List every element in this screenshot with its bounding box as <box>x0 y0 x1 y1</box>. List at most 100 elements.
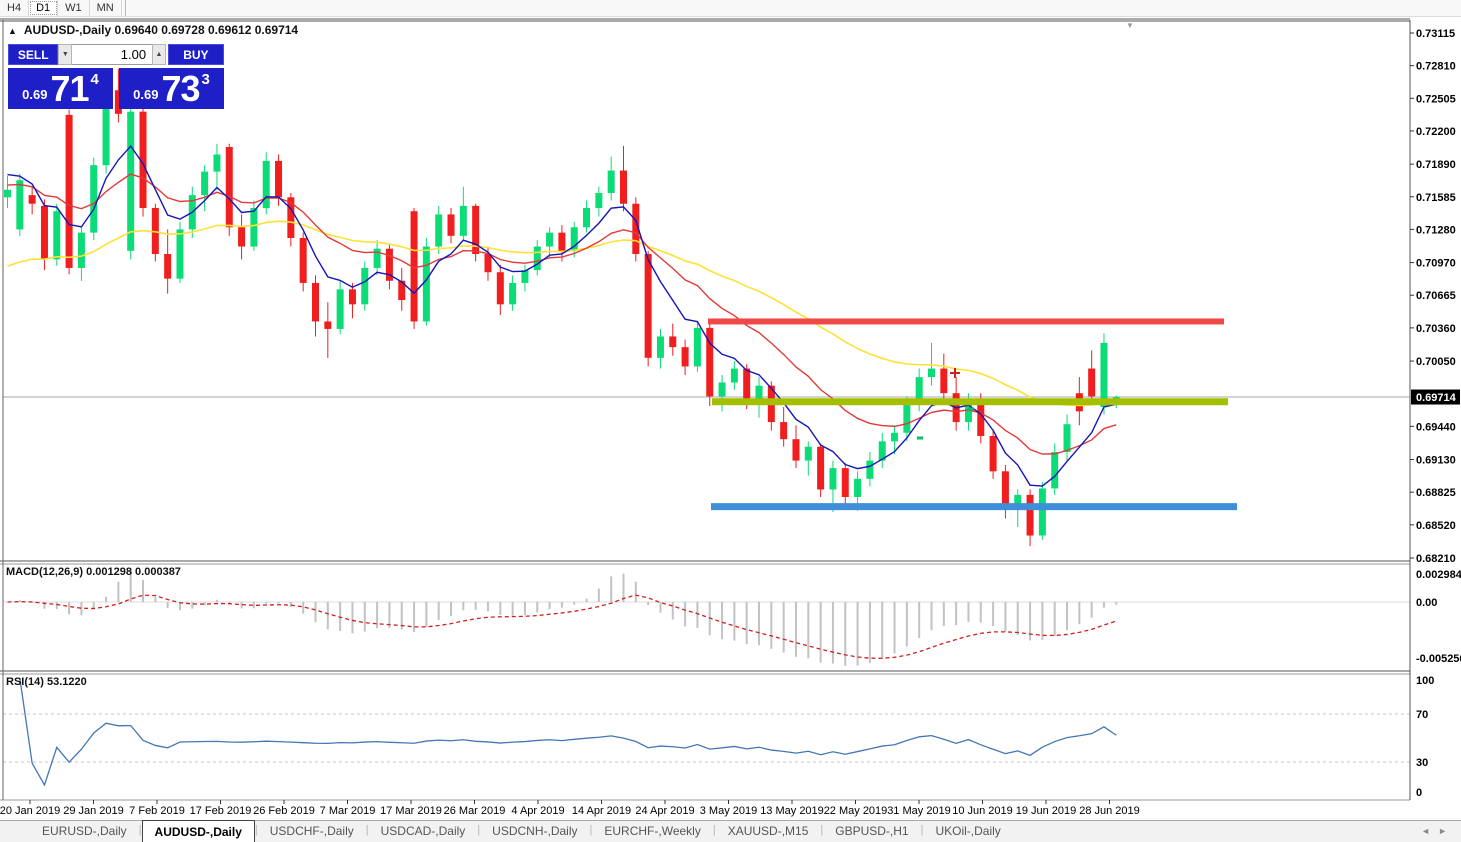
candle-body <box>509 282 517 305</box>
candle-body <box>681 347 689 367</box>
tab-gbpusd-h1[interactable]: GBPUSD-,H1 <box>823 821 920 842</box>
date-tick-label[interactable]: 31 May 2019 <box>887 805 951 817</box>
price-tick-label[interactable]: 0.70050 <box>1416 356 1456 368</box>
price-tick-label[interactable]: 0.69130 <box>1416 455 1456 467</box>
sell-price-display[interactable]: 0.69 71 4 <box>8 68 113 109</box>
candle-body <box>607 170 615 194</box>
pivot-line[interactable] <box>712 398 1228 406</box>
volume-input[interactable] <box>72 44 153 65</box>
candle-body <box>693 327 701 367</box>
price-tick-label[interactable]: 0.70360 <box>1416 323 1456 335</box>
price-tick-label[interactable]: 0.70665 <box>1416 290 1456 302</box>
candle-body <box>213 154 221 172</box>
sell-price-big: 71 <box>50 67 89 109</box>
volume-decrease-button[interactable]: ▼ <box>58 44 73 65</box>
price-tick-label[interactable]: 0.71890 <box>1416 159 1456 171</box>
volume-increase-button[interactable]: ▲ <box>152 44 166 65</box>
tab-xauusd-m15[interactable]: XAUUSD-,M15 <box>716 821 821 842</box>
candle-body <box>65 114 73 268</box>
collapse-icon[interactable]: ▲ <box>8 26 17 36</box>
date-tick-label[interactable]: 28 Jun 2019 <box>1079 805 1140 817</box>
candle-body <box>656 336 664 358</box>
price-tick-label[interactable]: 0.73115 <box>1416 28 1455 40</box>
tab-scroll-left-icon: ◄ <box>1421 826 1439 836</box>
date-tick-label[interactable]: 7 Mar 2019 <box>320 805 376 817</box>
candle-body <box>176 229 184 279</box>
price-tick-label[interactable]: 0.71280 <box>1416 224 1456 236</box>
tab-usdchf-daily[interactable]: USDCHF-,Daily <box>258 821 366 842</box>
candle-body <box>521 270 529 283</box>
date-tick-label[interactable]: 22 May 2019 <box>824 805 888 817</box>
candle-body <box>262 160 270 209</box>
date-tick-label[interactable]: 19 Jun 2019 <box>1016 805 1077 817</box>
rsi-axis-label: 70 <box>1416 709 1428 721</box>
date-tick-label[interactable]: 29 Jan 2019 <box>63 805 124 817</box>
candle-body <box>90 165 98 233</box>
price-tick-label[interactable]: 0.72200 <box>1416 126 1456 138</box>
macd-signal-value: 0.000387 <box>135 566 181 578</box>
candle-body <box>238 227 246 247</box>
tab-usdcnh-daily[interactable]: USDCNH-,Daily <box>480 821 589 842</box>
date-tick-label[interactable]: 17 Mar 2019 <box>380 805 442 817</box>
price-tick-label[interactable]: 0.69440 <box>1416 421 1456 433</box>
date-tick-label[interactable]: 3 May 2019 <box>700 805 757 817</box>
date-tick-label[interactable]: 13 May 2019 <box>760 805 824 817</box>
date-tick-label[interactable]: 26 Mar 2019 <box>444 805 506 817</box>
candle-body <box>533 246 541 271</box>
candle-body <box>804 446 812 461</box>
support-line[interactable] <box>711 503 1237 511</box>
price-tick-label[interactable]: 0.70970 <box>1416 258 1456 270</box>
macd-indicator-label: MACD(12,26,9) 0.001298 0.000387 <box>6 566 181 578</box>
candle-body <box>1063 424 1071 453</box>
candle-body <box>459 205 467 236</box>
date-tick-label[interactable]: 14 Apr 2019 <box>572 805 631 817</box>
date-tick-label[interactable]: 24 Apr 2019 <box>635 805 694 817</box>
price-tick-label[interactable]: 0.72810 <box>1416 61 1456 73</box>
tab-audusd-daily[interactable]: AUDUSD-,Daily <box>141 820 255 842</box>
candle-body <box>928 368 935 378</box>
price-tick-label[interactable]: 0.68520 <box>1416 520 1456 532</box>
tab-usdcad-daily[interactable]: USDCAD-,Daily <box>369 821 478 842</box>
price-tick-label[interactable]: 0.72505 <box>1416 93 1456 105</box>
candle-body <box>854 478 862 497</box>
buy-price-display[interactable]: 0.69 73 3 <box>119 68 224 109</box>
one-click-trading-panel: SELL ▼ ▲ BUY 0.69 71 4 0.69 73 3 <box>8 44 224 109</box>
tab-eurchf-weekly[interactable]: EURCHF-,Weekly <box>592 821 712 842</box>
tab-scroll-right-icon: ► <box>1438 826 1455 836</box>
price-tick-label[interactable]: 0.71585 <box>1416 192 1456 204</box>
trade-marker-dash <box>917 436 923 440</box>
candle-body <box>792 439 800 461</box>
candle-body <box>53 211 61 260</box>
date-tick-label[interactable]: 7 Feb 2019 <box>129 805 185 817</box>
buy-button[interactable]: BUY <box>167 44 224 65</box>
candle-body <box>620 170 627 204</box>
rsi-indicator-label: RSI(14) 53.1220 <box>6 676 87 688</box>
date-tick-label[interactable]: 10 Jun 2019 <box>952 805 1013 817</box>
candle-body <box>730 368 738 383</box>
date-tick-label[interactable]: 4 Apr 2019 <box>511 805 564 817</box>
chart-canvas[interactable]: 0.73115 0.72810 0.72505 0.72200 0.71890 0.715… <box>0 0 1461 819</box>
price-tick-label[interactable]: 0.68825 <box>1416 487 1456 499</box>
candle-body <box>4 189 11 198</box>
macd-value: 0.001298 <box>86 566 132 578</box>
candle-body <box>669 336 677 348</box>
date-tick-label[interactable]: 20 Jan 2019 <box>0 805 60 817</box>
autoscroll-icon[interactable]: ▼ <box>1126 21 1134 30</box>
candle-body <box>1038 488 1046 536</box>
date-tick-label[interactable]: 17 Feb 2019 <box>190 805 252 817</box>
buy-price-prefix: 0.69 <box>133 87 159 102</box>
sell-price-pip: 4 <box>90 71 99 88</box>
candle-body <box>866 460 874 479</box>
macd-axis-label: 0.002984 <box>1416 569 1461 581</box>
candle-body <box>164 254 172 279</box>
price-tick-label[interactable]: 0.68210 <box>1416 553 1456 565</box>
tab-ukoil-daily[interactable]: UKOil-,Daily <box>923 821 1012 842</box>
sell-button[interactable]: SELL <box>8 44 59 65</box>
candle-body <box>275 160 283 198</box>
date-tick-label[interactable]: 26 Feb 2019 <box>253 805 315 817</box>
resistance-line[interactable] <box>708 318 1224 325</box>
tab-scroll-arrows[interactable]: ◄► <box>1421 826 1455 836</box>
ohlc-high: 0.69728 <box>161 23 205 37</box>
tab-eurusd-daily[interactable]: EURUSD-,Daily <box>30 821 139 842</box>
candle-body <box>361 267 369 305</box>
